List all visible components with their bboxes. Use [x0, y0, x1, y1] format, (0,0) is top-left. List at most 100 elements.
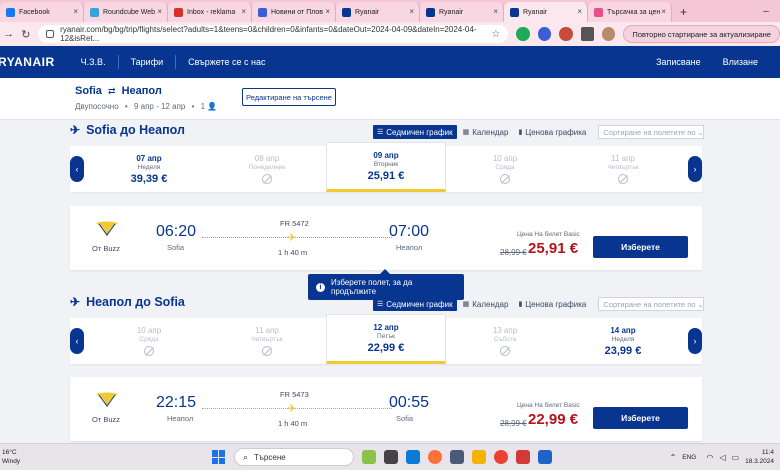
extension-icon[interactable]	[537, 27, 552, 41]
trip-type: Двупосочно	[75, 102, 119, 111]
fare-label: Цена На билет Basic	[517, 231, 580, 238]
tab-label: Ryanair	[523, 8, 548, 16]
tab-calendar[interactable]: ▦ Календар	[459, 125, 513, 139]
date-option: 11 апр Четвъртък	[208, 318, 326, 364]
chevron-down-icon: ⌄	[697, 127, 704, 137]
close-tab-icon[interactable]: ×	[157, 7, 162, 16]
battery-icon[interactable]: ▭	[732, 453, 740, 462]
calendar-icon: ▦	[462, 129, 470, 136]
date-option[interactable]: 12 апр Петък 22,99 €	[326, 314, 446, 364]
extension-icon[interactable]	[516, 27, 530, 41]
prev-dates-button[interactable]: ‹	[70, 156, 84, 182]
browser-tab[interactable]: Inbox - reklama ×	[168, 2, 252, 22]
nav-faq[interactable]: Ч.З.В.	[81, 57, 106, 67]
sort-select[interactable]: Сортиране на полетите по ⌄	[598, 297, 705, 311]
browser-tab[interactable]: Новини от Плов ×	[252, 2, 336, 22]
tab-favicon-icon	[342, 7, 351, 17]
taskbar-search[interactable]: ⌕ Търсене	[234, 448, 354, 466]
select-flight-button[interactable]: Изберете	[593, 407, 688, 429]
word-icon[interactable]	[538, 450, 552, 464]
tab-price-chart[interactable]: ▮ Ценова графика	[514, 297, 590, 311]
forward-icon[interactable]: →	[0, 28, 17, 40]
close-tab-icon[interactable]: ×	[325, 7, 330, 16]
tab-weekly[interactable]: ☰ Седмичен график	[373, 297, 457, 311]
close-tab-icon[interactable]: ×	[73, 7, 78, 16]
browser-tab[interactable]: Facebook ×	[0, 2, 84, 22]
arrival-time: 07:00	[389, 223, 430, 240]
close-tab-icon[interactable]: ×	[577, 7, 582, 16]
close-tab-icon[interactable]: ×	[241, 7, 246, 16]
nav-contact[interactable]: Свържете се с нас	[188, 57, 265, 67]
chevron-up-icon[interactable]: ⌃	[670, 453, 677, 462]
task-view-icon[interactable]	[384, 450, 398, 464]
tab-weekly-label: Седмичен график	[386, 299, 453, 309]
tab-favicon-icon	[426, 7, 435, 17]
wifi-icon[interactable]: ◠	[706, 453, 713, 462]
date-label: 10 апр	[492, 154, 518, 163]
volume-icon[interactable]: ◁	[719, 453, 725, 462]
tab-calendar[interactable]: ▦ Календар	[459, 297, 513, 311]
file-explorer-icon[interactable]	[472, 450, 486, 464]
browser-tab[interactable]: Roundcube Web ×	[84, 2, 168, 22]
weather-widget[interactable]: 16°C Windy	[0, 448, 60, 466]
prev-dates-button[interactable]: ‹	[70, 328, 84, 354]
login-link[interactable]: Влизане	[723, 57, 758, 67]
no-flights-icon	[500, 174, 510, 184]
new-tab-button[interactable]: +	[672, 2, 695, 22]
date-label: 09 апр	[373, 150, 399, 160]
date-option[interactable]: 09 апр Вторник 25,91 €	[326, 142, 446, 192]
chart-icon: ▮	[518, 301, 523, 308]
sort-select[interactable]: Сортиране на полетите по ⌄	[598, 125, 705, 139]
language-indicator[interactable]: ENG	[682, 454, 696, 461]
next-dates-button[interactable]: ›	[688, 328, 702, 354]
start-button[interactable]	[212, 450, 226, 464]
app-icon[interactable]	[362, 450, 376, 464]
extension-icon[interactable]	[559, 27, 573, 41]
select-flight-button[interactable]: Изберете	[593, 236, 688, 258]
inbound-flight-card[interactable]: От Buzz 22:15 Неапол FR 5473 ✈ 1 h 40 m 00:55 S…	[70, 377, 702, 441]
date-option[interactable]: 14 апр Неделя 23,99 €	[564, 318, 682, 364]
edge-icon[interactable]	[406, 450, 420, 464]
next-dates-button[interactable]: ›	[688, 156, 702, 182]
browser-tab[interactable]: Ryanair ×	[336, 2, 420, 22]
clock[interactable]: 11:4 18.3.2024	[745, 448, 774, 466]
close-tab-icon[interactable]: ×	[409, 7, 414, 16]
taskbar-search-label: Търсене	[254, 452, 286, 462]
minimize-icon[interactable]: –	[752, 6, 780, 17]
date-option: 13 апр Събота	[446, 318, 564, 364]
passenger-count: 1	[200, 102, 206, 111]
outbound-flight-card[interactable]: От Buzz 06:20 Sofia FR 5472 ✈ 1 h 40 m 07:00 Не…	[70, 206, 702, 270]
url-text: ryanair.com/bg/bg/trip/flights/select?ad…	[60, 25, 477, 43]
ryanair-logo[interactable]: RYANAIR	[0, 55, 55, 69]
firefox-icon[interactable]	[428, 450, 442, 464]
url-field[interactable]: ryanair.com/bg/bg/trip/flights/select?ad…	[38, 25, 509, 43]
profile-avatar[interactable]	[602, 27, 616, 41]
edit-search-button[interactable]: Редактиране на търсене	[242, 88, 336, 106]
close-tab-icon[interactable]: ×	[493, 7, 498, 16]
tab-price-chart[interactable]: ▮ Ценова графика	[514, 125, 590, 139]
tab-label: Новини от Плов	[271, 8, 323, 16]
app-icon[interactable]	[516, 450, 530, 464]
side-panel-icon[interactable]	[580, 27, 595, 41]
tab-weekly[interactable]: ☰ Седмичен график	[373, 125, 457, 139]
browser-tab[interactable]: Ryanair ×	[420, 2, 504, 22]
nav-fares[interactable]: Тарифи	[131, 57, 164, 67]
restart-to-update-button[interactable]: Повторно стартиране за актуализиране	[623, 25, 780, 43]
bookmark-star-icon[interactable]: ☆	[491, 29, 500, 40]
date-label: 11 апр	[255, 326, 279, 335]
no-flights-icon	[618, 174, 628, 184]
mail-icon[interactable]	[450, 450, 464, 464]
sort-placeholder: Сортиране на полетите по	[603, 127, 696, 137]
signup-link[interactable]: Записване	[656, 57, 701, 67]
site-info-icon[interactable]	[46, 30, 55, 38]
windows-taskbar: 16°C Windy ⌕ Търсене ⌃ ENG ◠ ◁ ▭ 11:4 18…	[0, 443, 780, 470]
date-option[interactable]: 07 апр Неделя 39,39 €	[90, 146, 208, 192]
reload-icon[interactable]: ↻	[17, 28, 34, 41]
tab-label: Inbox - reklama	[187, 8, 236, 16]
date-label: 12 апр	[373, 322, 399, 332]
arrival-city: Неапол	[396, 243, 423, 252]
close-tab-icon[interactable]: ×	[661, 7, 666, 16]
browser-tab[interactable]: Търсачка за цен ×	[588, 2, 672, 22]
browser-tab[interactable]: Ryanair ×	[504, 2, 588, 22]
chrome-icon[interactable]	[494, 450, 508, 464]
